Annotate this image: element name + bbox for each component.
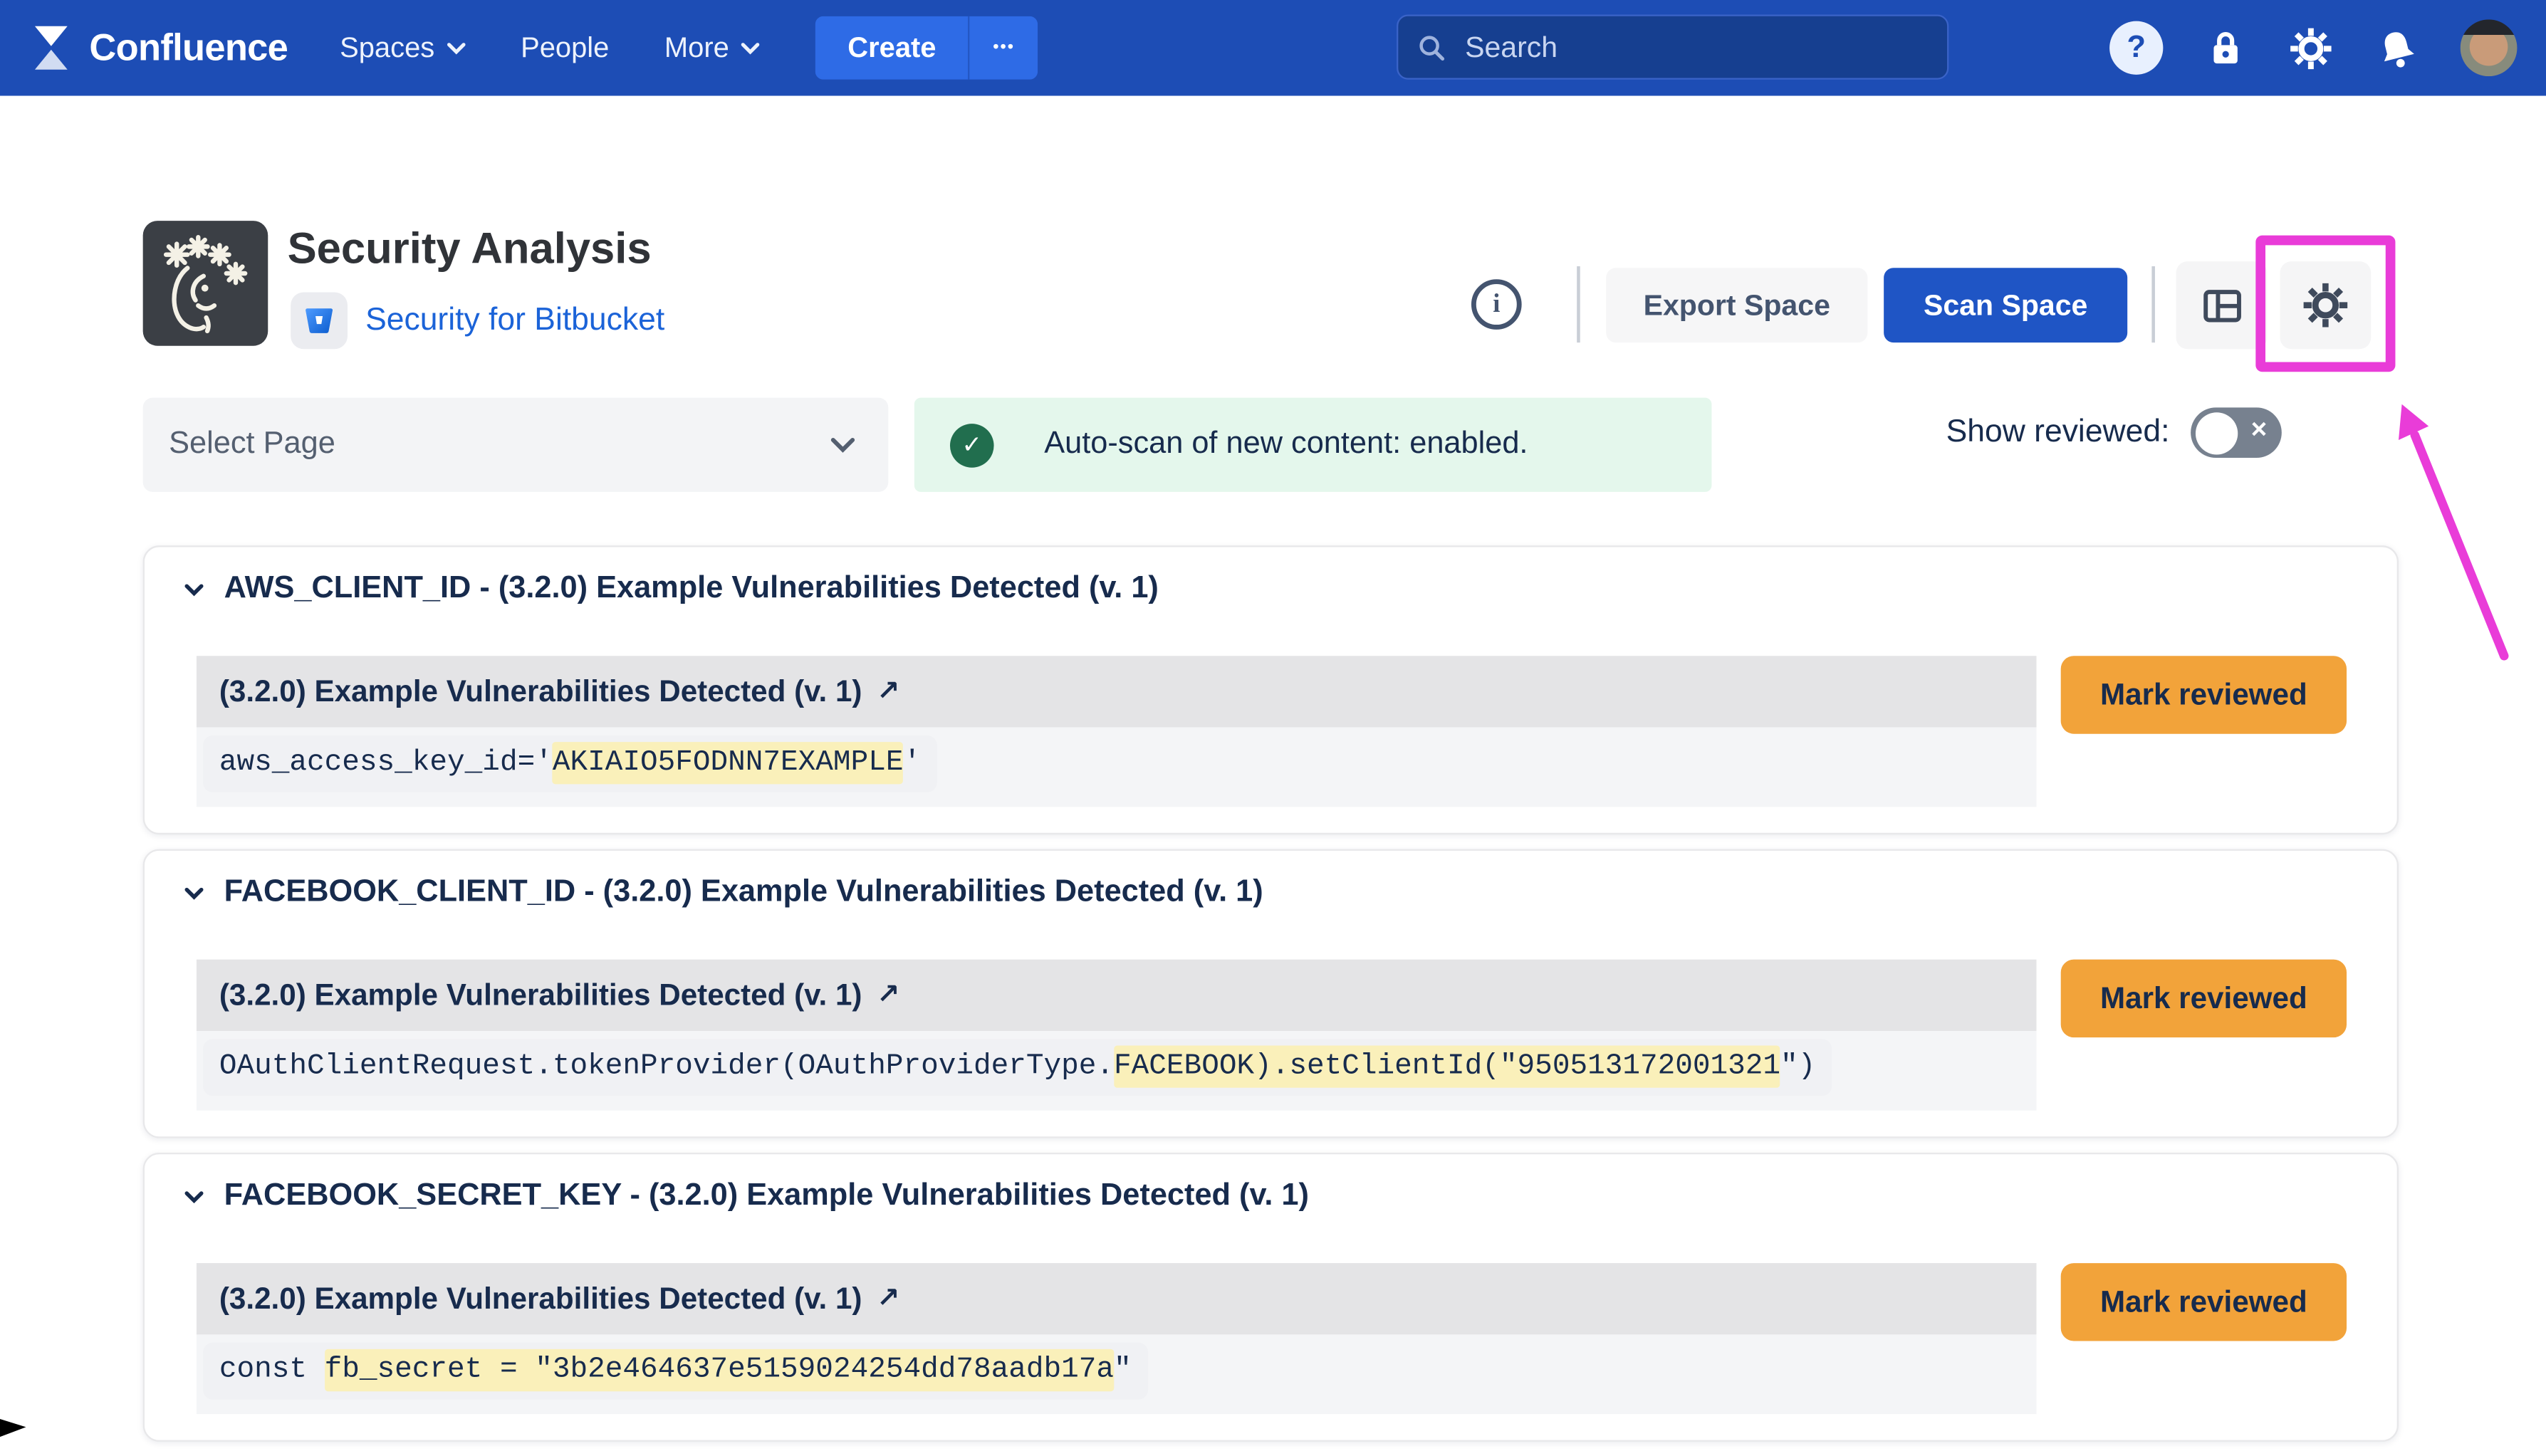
finding-title: FACEBOOK_CLIENT_ID - (3.2.0) Example Vul…	[224, 875, 1263, 911]
lock-icon[interactable]	[2203, 26, 2248, 70]
finding-detail: (3.2.0) Example Vulnerabilities Detected…	[197, 656, 2037, 807]
user-avatar[interactable]	[2461, 19, 2518, 76]
finding-card: AWS_CLIENT_ID - (3.2.0) Example Vulnerab…	[143, 545, 2399, 834]
finding-detail: (3.2.0) Example Vulnerabilities Detected…	[197, 960, 2037, 1111]
nav-item-spaces[interactable]: Spaces	[340, 31, 465, 65]
mark-reviewed-button[interactable]: Mark reviewed	[2061, 656, 2347, 733]
finding-header[interactable]: FACEBOOK_SECRET_KEY - (3.2.0) Example Vu…	[145, 1178, 2397, 1214]
nav-item-more[interactable]: More	[664, 31, 760, 65]
findings-list: AWS_CLIENT_ID - (3.2.0) Example Vulnerab…	[143, 545, 2399, 1456]
external-link-icon: ↗	[877, 979, 899, 1012]
source-page-link[interactable]: (3.2.0) Example Vulnerabilities Detected…	[219, 978, 862, 1013]
space-link-row: Security for Bitbucket	[291, 290, 664, 349]
show-reviewed-label: Show reviewed:	[1946, 414, 2170, 451]
select-page-label: Select Page	[169, 427, 335, 463]
select-page-dropdown[interactable]: Select Page	[143, 398, 889, 492]
secret-highlight: FACEBOOK).setClientId("950513172001321	[1114, 1046, 1780, 1088]
sidebar-layout-button[interactable]	[2176, 261, 2268, 349]
confluence-brand[interactable]: Confluence	[29, 24, 288, 71]
chevron-down-icon[interactable]	[184, 1189, 205, 1204]
nav-item-people[interactable]: People	[521, 31, 609, 65]
external-link-icon: ↗	[877, 676, 899, 708]
toggle-knob	[2195, 412, 2237, 454]
nav-people-label: People	[521, 31, 609, 65]
nav-icon-group: ?	[2109, 19, 2517, 76]
face-doodle-icon	[152, 230, 259, 337]
create-button[interactable]: Create	[815, 16, 969, 80]
code-line: const fb_secret = "3b2e464637e5159024254…	[219, 1349, 1132, 1391]
autoscan-banner: ✓ Auto-scan of new content: enabled.	[914, 398, 1712, 492]
finding-header[interactable]: FACEBOOK_CLIENT_ID - (3.2.0) Example Vul…	[145, 875, 2397, 911]
check-circle-icon: ✓	[950, 423, 994, 467]
help-icon[interactable]: ?	[2109, 21, 2163, 75]
mark-reviewed-button[interactable]: Mark reviewed	[2061, 960, 2347, 1037]
scan-space-button[interactable]: Scan Space	[1884, 268, 2127, 342]
secret-highlight: fb_secret = "3b2e464637e5159024254dd78aa…	[325, 1349, 1114, 1391]
finding-card: FACEBOOK_CLIENT_ID - (3.2.0) Example Vul…	[143, 849, 2399, 1138]
source-page-link[interactable]: (3.2.0) Example Vulnerabilities Detected…	[219, 674, 862, 709]
nav-spaces-label: Spaces	[340, 31, 434, 65]
nav-more-label: More	[664, 31, 729, 65]
finding-body: (3.2.0) Example Vulnerabilities Detected…	[145, 656, 2397, 807]
toggle-off-icon: ×	[2251, 414, 2268, 446]
page: Confluence Spaces People More Create •••…	[0, 0, 2546, 1442]
secret-highlight: AKIAIO5FODNN7EXAMPLE	[553, 742, 904, 784]
bitbucket-chip	[291, 291, 348, 348]
gear-icon	[2301, 281, 2349, 329]
top-nav: Confluence Spaces People More Create •••…	[0, 0, 2546, 96]
finding-title: FACEBOOK_SECRET_KEY - (3.2.0) Example Vu…	[224, 1178, 1309, 1214]
create-more-button[interactable]: •••	[969, 16, 1038, 80]
code-area: OAuthClientRequest.tokenProvider(OAuthPr…	[197, 1031, 2037, 1111]
chevron-down-icon[interactable]	[184, 886, 205, 901]
mark-reviewed-button[interactable]: Mark reviewed	[2061, 1263, 2347, 1341]
code-area: const fb_secret = "3b2e464637e5159024254…	[197, 1334, 2037, 1414]
code-area: aws_access_key_id='AKIAIO5FODNN7EXAMPLE'	[197, 728, 2037, 807]
chevron-down-icon	[830, 436, 855, 453]
show-reviewed-toggle[interactable]: ×	[2191, 407, 2282, 458]
code-block: OAuthClientRequest.tokenProvider(OAuthPr…	[203, 1039, 1832, 1096]
bell-icon[interactable]	[2374, 25, 2420, 70]
external-link-icon: ↗	[877, 1282, 899, 1315]
page-title: Security Analysis	[288, 224, 652, 275]
gear-icon[interactable]	[2288, 25, 2334, 70]
autoscan-text: Auto-scan of new content: enabled.	[1044, 427, 1528, 463]
code-line: OAuthClientRequest.tokenProvider(OAuthPr…	[219, 1046, 1815, 1088]
search-box[interactable]	[1397, 15, 1948, 80]
source-page-bar: (3.2.0) Example Vulnerabilities Detected…	[197, 960, 2037, 1031]
space-settings-gear-button[interactable]	[2280, 261, 2372, 349]
create-button-group: Create •••	[815, 16, 1038, 80]
divider	[1577, 266, 1579, 342]
search-input[interactable]	[1462, 28, 1928, 66]
finding-body: (3.2.0) Example Vulnerabilities Detected…	[145, 1263, 2397, 1414]
code-block: const fb_secret = "3b2e464637e5159024254…	[203, 1343, 1147, 1400]
layout-icon	[2200, 283, 2244, 328]
finding-body: (3.2.0) Example Vulnerabilities Detected…	[145, 960, 2397, 1111]
source-page-bar: (3.2.0) Example Vulnerabilities Detected…	[197, 1263, 2037, 1334]
confluence-logo-icon	[29, 24, 73, 71]
export-space-button[interactable]: Export Space	[1606, 268, 1867, 342]
cursor-artifact	[0, 1419, 26, 1437]
divider	[2151, 266, 2154, 342]
show-reviewed-control: Show reviewed: ×	[1946, 407, 2282, 458]
space-link[interactable]: Security for Bitbucket	[365, 301, 664, 338]
finding-card: FACEBOOK_SECRET_KEY - (3.2.0) Example Vu…	[143, 1153, 2399, 1442]
brand-name: Confluence	[89, 26, 288, 70]
source-page-link[interactable]: (3.2.0) Example Vulnerabilities Detected…	[219, 1281, 862, 1316]
chevron-down-icon	[741, 41, 760, 54]
finding-detail: (3.2.0) Example Vulnerabilities Detected…	[197, 1263, 2037, 1414]
search-icon	[1418, 31, 1446, 62]
chevron-down-icon[interactable]	[184, 582, 205, 597]
code-block: aws_access_key_id='AKIAIO5FODNN7EXAMPLE'	[203, 735, 937, 792]
bitbucket-icon	[302, 303, 336, 337]
space-avatar[interactable]	[143, 221, 268, 346]
finding-header[interactable]: AWS_CLIENT_ID - (3.2.0) Example Vulnerab…	[145, 572, 2397, 607]
finding-title: AWS_CLIENT_ID - (3.2.0) Example Vulnerab…	[224, 572, 1159, 607]
info-icon[interactable]: i	[1471, 279, 1522, 330]
code-line: aws_access_key_id='AKIAIO5FODNN7EXAMPLE'	[219, 742, 921, 784]
source-page-bar: (3.2.0) Example Vulnerabilities Detected…	[197, 656, 2037, 727]
chevron-down-icon	[446, 41, 465, 54]
